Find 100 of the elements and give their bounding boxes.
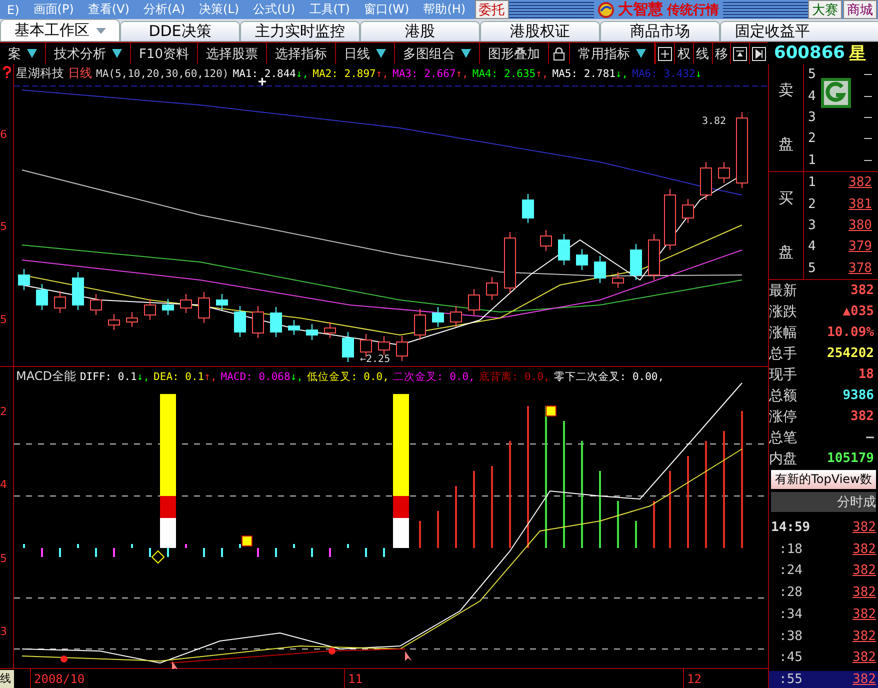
candlestick: [540, 230, 552, 252]
level-number: 4: [808, 88, 816, 104]
candlestick: [630, 244, 642, 280]
tick-row[interactable]: :45 382: [769, 649, 878, 666]
tab[interactable]: 主力实时监控: [240, 21, 360, 41]
window-icon[interactable]: [733, 46, 748, 60]
level-number: 1: [808, 175, 816, 190]
tick-row[interactable]: :18 382: [769, 540, 878, 558]
toolbar-button[interactable]: 移: [714, 44, 728, 62]
stat-label: 总笔: [769, 428, 797, 446]
candlestick: [36, 284, 48, 310]
logo-icon: [598, 2, 614, 18]
candlestick: [342, 332, 354, 362]
price-value: 379: [848, 239, 872, 254]
period-mode-label[interactable]: 线: [0, 670, 14, 688]
candlestick: [612, 272, 624, 288]
candlestick: [432, 306, 444, 328]
candlestick: [54, 290, 66, 314]
lock-icon[interactable]: [553, 46, 566, 60]
indicator-name: MACD全能: [16, 368, 76, 385]
candlestick: [468, 288, 480, 316]
price-value: —: [864, 67, 872, 82]
candlestick: [450, 306, 462, 328]
candlestick: [594, 256, 606, 284]
stat-label: 现手: [769, 366, 797, 384]
candlestick: [486, 276, 498, 300]
notification-banner[interactable]: 有新的TopView数: [771, 470, 876, 489]
stat-value: 9386: [842, 388, 874, 403]
stat-value: 18: [858, 367, 874, 382]
stat-label: 涨停: [769, 408, 797, 426]
next-icon[interactable]: [752, 46, 766, 60]
stock-name: 星湖科技: [16, 65, 64, 82]
tab[interactable]: 基本工作区: [0, 19, 120, 41]
price-value: —: [864, 131, 872, 146]
axis-label: 5: [0, 314, 7, 326]
diamond-icon: [151, 550, 165, 564]
candlestick: [108, 314, 120, 330]
stat-value: 105179: [827, 451, 874, 466]
candlestick: [558, 234, 570, 266]
tab[interactable]: 港股: [360, 21, 480, 41]
candlestick: [682, 198, 694, 224]
stat-label: 最新: [769, 282, 797, 300]
stock-code: 600866: [774, 43, 845, 63]
candlestick: [504, 232, 516, 294]
candlestick: [144, 298, 156, 320]
level-number: 5: [808, 67, 816, 82]
logo-text: 大智慧: [618, 0, 663, 19]
pointer-icon: [172, 661, 179, 669]
candlestick: [252, 306, 264, 338]
signal-marker-icon: [546, 406, 556, 416]
candlestick: [234, 306, 246, 338]
question-icon[interactable]: [2, 66, 12, 78]
toolbar-button[interactable]: 商城: [843, 0, 877, 19]
candlestick: [522, 194, 534, 224]
toolbar-button[interactable]: 权: [677, 44, 690, 62]
indicator-value: MA6: 3.432: [632, 68, 696, 80]
ticks-header[interactable]: 分时成: [771, 492, 876, 512]
candlestick: [18, 268, 30, 290]
tab[interactable]: 商品市场: [600, 21, 720, 41]
signal-marker-icon: [242, 536, 252, 546]
indicator-params: MA(5,10,20,30,60,120): [96, 68, 229, 80]
candlestick: [648, 234, 660, 280]
candlestick: [664, 188, 676, 250]
trend-arrow: ↑,: [204, 371, 217, 383]
stat-value: 382: [850, 283, 874, 298]
side-label: 买: [778, 189, 794, 208]
g-logo-icon[interactable]: [821, 78, 851, 108]
price-value: 378: [848, 260, 872, 276]
stat-label: 涨跌: [769, 302, 797, 320]
tick-row[interactable]: :38 382: [769, 628, 878, 645]
stat-value: ▲035: [842, 304, 874, 319]
price-value: —: [864, 110, 872, 125]
tab[interactable]: 港股权证: [480, 21, 600, 41]
tab[interactable]: DDE决策: [120, 21, 240, 41]
tick-row[interactable]: :24 382: [769, 562, 878, 580]
crosshair-cursor: +: [258, 74, 266, 90]
price-value: —: [864, 88, 872, 104]
toolbar-button[interactable]: 线: [696, 44, 710, 62]
zoom-in-icon[interactable]: [658, 46, 672, 60]
indicator-value: 低位金叉: 0.0,: [306, 370, 389, 384]
candlestick: [700, 162, 712, 200]
tick-row[interactable]: :55 382: [769, 670, 878, 688]
tick-row[interactable]: :28 382: [769, 584, 878, 602]
tick-row[interactable]: :34 382: [769, 606, 878, 623]
candlestick: [270, 306, 282, 338]
candlestick: [126, 312, 138, 328]
tick-row[interactable]: 14:59 382: [769, 519, 878, 536]
level-number: 1: [808, 152, 816, 168]
stat-value: 10.09%: [827, 325, 874, 340]
candlestick: [198, 292, 210, 324]
toolbar-button[interactable]: 大赛: [808, 0, 842, 19]
side-label: 盘: [778, 134, 794, 154]
candlestick: [576, 248, 588, 270]
signal-dot: [328, 648, 336, 654]
stat-value: 254202: [827, 346, 874, 361]
candlestick: [378, 336, 390, 356]
price-value: 380: [848, 218, 872, 233]
order-button[interactable]: 委托: [474, 0, 509, 19]
side-label: 盘: [778, 242, 794, 262]
axis-label: 3: [0, 626, 7, 637]
